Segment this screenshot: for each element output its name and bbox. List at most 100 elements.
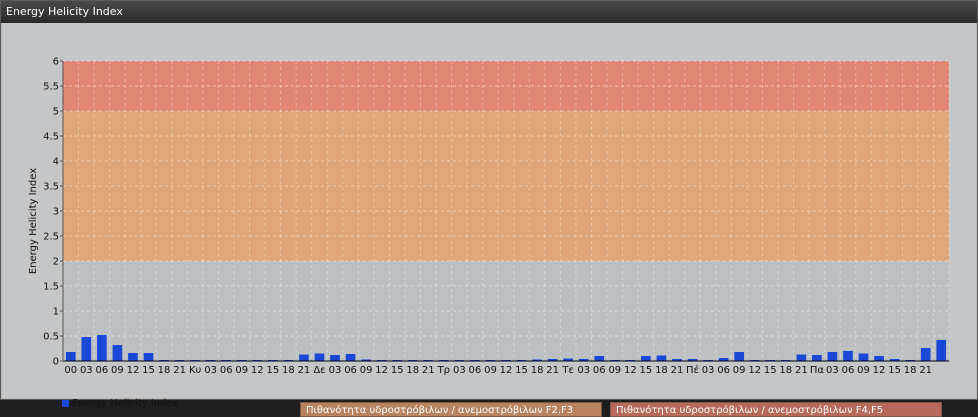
bar — [97, 335, 107, 361]
bar — [858, 353, 869, 361]
bar — [594, 356, 605, 361]
x-tick-label: 06 — [842, 365, 855, 376]
bar — [345, 354, 356, 361]
x-tick-label: Πέ — [686, 364, 699, 376]
bar — [734, 352, 744, 361]
band-label-f2-f3: Πιθανότητα υδροστρόβιλων / ανεμοστρόβιλω… — [300, 402, 602, 417]
x-tick-label: 03 — [80, 365, 93, 376]
y-tick-label: 2.5 — [43, 232, 59, 243]
y-tick-label: 5.5 — [43, 82, 59, 93]
y-tick-label: 2 — [53, 257, 59, 268]
x-tick-label: 12 — [873, 365, 886, 376]
y-axis-title: Energy Helicity Index — [28, 168, 39, 274]
chart-panel: 0 0.5 1 1.5 2 2.5 3 3.5 4 4.5 5 5.5 6 00 03 06 09 12 15 18… — [2, 23, 976, 417]
y-tick-label: 1.5 — [43, 282, 59, 293]
x-tick-label: 03 — [826, 365, 839, 376]
bar-chart: 00.511.522.533.544.555.56 00 03 06 09 12 15 18… — [28, 57, 950, 376]
x-tick-label: 03 — [204, 365, 217, 376]
x-tick-label: 09 — [360, 365, 373, 376]
bar — [827, 352, 838, 361]
bar — [641, 356, 651, 361]
x-tick-label: 12 — [127, 365, 140, 376]
bar — [843, 351, 853, 361]
x-tick-label: 06 — [95, 365, 108, 376]
x-tick-label: 15 — [142, 365, 155, 376]
x-tick-label: 03 — [702, 365, 715, 376]
bar — [330, 355, 340, 361]
bar — [112, 345, 123, 361]
y-tick-label: 0.5 — [43, 332, 59, 343]
x-tick-label: 03 — [453, 365, 466, 376]
bar — [314, 353, 325, 361]
x-tick-label: 21 — [546, 365, 559, 376]
x-tick-label: 15 — [266, 365, 279, 376]
x-tick-label: 06 — [220, 365, 233, 376]
x-tick-label: 15 — [515, 365, 528, 376]
x-tick-label: 18 — [158, 365, 171, 376]
bar — [128, 353, 138, 361]
y-tick-label: 3.5 — [43, 182, 59, 193]
y-tick-label: 0 — [53, 357, 59, 368]
x-tick-label: 21 — [173, 365, 186, 376]
x-tick-label: 21 — [298, 365, 311, 376]
bar — [81, 337, 92, 361]
x-tick-label: 21 — [671, 365, 684, 376]
bar — [812, 355, 822, 361]
x-tick-label: 06 — [593, 365, 606, 376]
bar — [299, 354, 309, 361]
y-tick-label: 1 — [53, 307, 59, 318]
x-tick-label: 00 — [64, 365, 77, 376]
bar — [65, 352, 76, 361]
x-tick-label: 06 — [717, 365, 730, 376]
x-tick-label: 09 — [857, 365, 870, 376]
x-tick-label: 21 — [795, 365, 808, 376]
x-tick-label: 09 — [235, 365, 248, 376]
x-tick-label: 12 — [375, 365, 388, 376]
x-tick-label: 12 — [251, 365, 264, 376]
x-tick-label: 06 — [469, 365, 482, 376]
x-tick-label: 18 — [406, 365, 419, 376]
y-tick-label: 4 — [53, 157, 59, 168]
x-tick-label: 12 — [500, 365, 513, 376]
bar — [920, 348, 931, 361]
x-tick-label: 03 — [329, 365, 342, 376]
x-tick-label: 15 — [640, 365, 653, 376]
title-bar: Energy Helicity Index — [1, 1, 977, 23]
x-tick-label: 12 — [624, 365, 637, 376]
bar — [656, 355, 667, 361]
bar — [796, 354, 807, 361]
y-tick-label: 6 — [53, 57, 59, 68]
x-tick-label: 09 — [111, 365, 124, 376]
x-tick-label: 09 — [608, 365, 621, 376]
x-tick-label: 21 — [422, 365, 435, 376]
x-tick-label: 18 — [779, 365, 792, 376]
bar — [936, 340, 947, 361]
x-tick-label: Τε — [561, 365, 574, 376]
x-tick-label: Τρ — [437, 365, 450, 376]
chart-window: Energy Helicity Index 0 0.5 1 1.5 2 2.5 3 3.5 4 4… — [0, 0, 978, 417]
y-tick-label: 4.5 — [43, 132, 59, 143]
y-tick-label: 3 — [53, 207, 59, 218]
x-tick-label: 03 — [577, 365, 590, 376]
x-tick-label: 15 — [888, 365, 901, 376]
legend-swatch — [62, 400, 69, 407]
x-tick-label: Κυ — [189, 365, 202, 376]
x-tick-label: Πα — [810, 365, 825, 376]
x-tick-label: 06 — [344, 365, 357, 376]
bar — [874, 356, 884, 361]
x-axis-ticks: 00 03 06 09 12 15 18 21 Κυ 03 06 09 12 15 18 21 Δε 03 06 09… — [64, 364, 932, 376]
x-tick-label: 15 — [391, 365, 404, 376]
x-tick-label: 21 — [919, 365, 932, 376]
bar — [143, 353, 154, 361]
x-tick-label: 18 — [531, 365, 544, 376]
window-title: Energy Helicity Index — [6, 5, 123, 18]
x-tick-label: Δε — [313, 365, 325, 376]
x-tick-label: 18 — [904, 365, 917, 376]
x-tick-label: 09 — [484, 365, 497, 376]
y-tick-label: 5 — [53, 107, 59, 118]
y-axis-ticks: 0 0.5 1 1.5 2 2.5 3 3.5 4 4.5 5 5.5 6 — [43, 57, 63, 368]
x-tick-label: 12 — [748, 365, 761, 376]
x-tick-label: 18 — [282, 365, 295, 376]
x-tick-label: 09 — [733, 365, 746, 376]
band-label-f4-f5: Πιθανότητα υδροστρόβιλων / ανεμοστρόβιλω… — [610, 402, 942, 417]
